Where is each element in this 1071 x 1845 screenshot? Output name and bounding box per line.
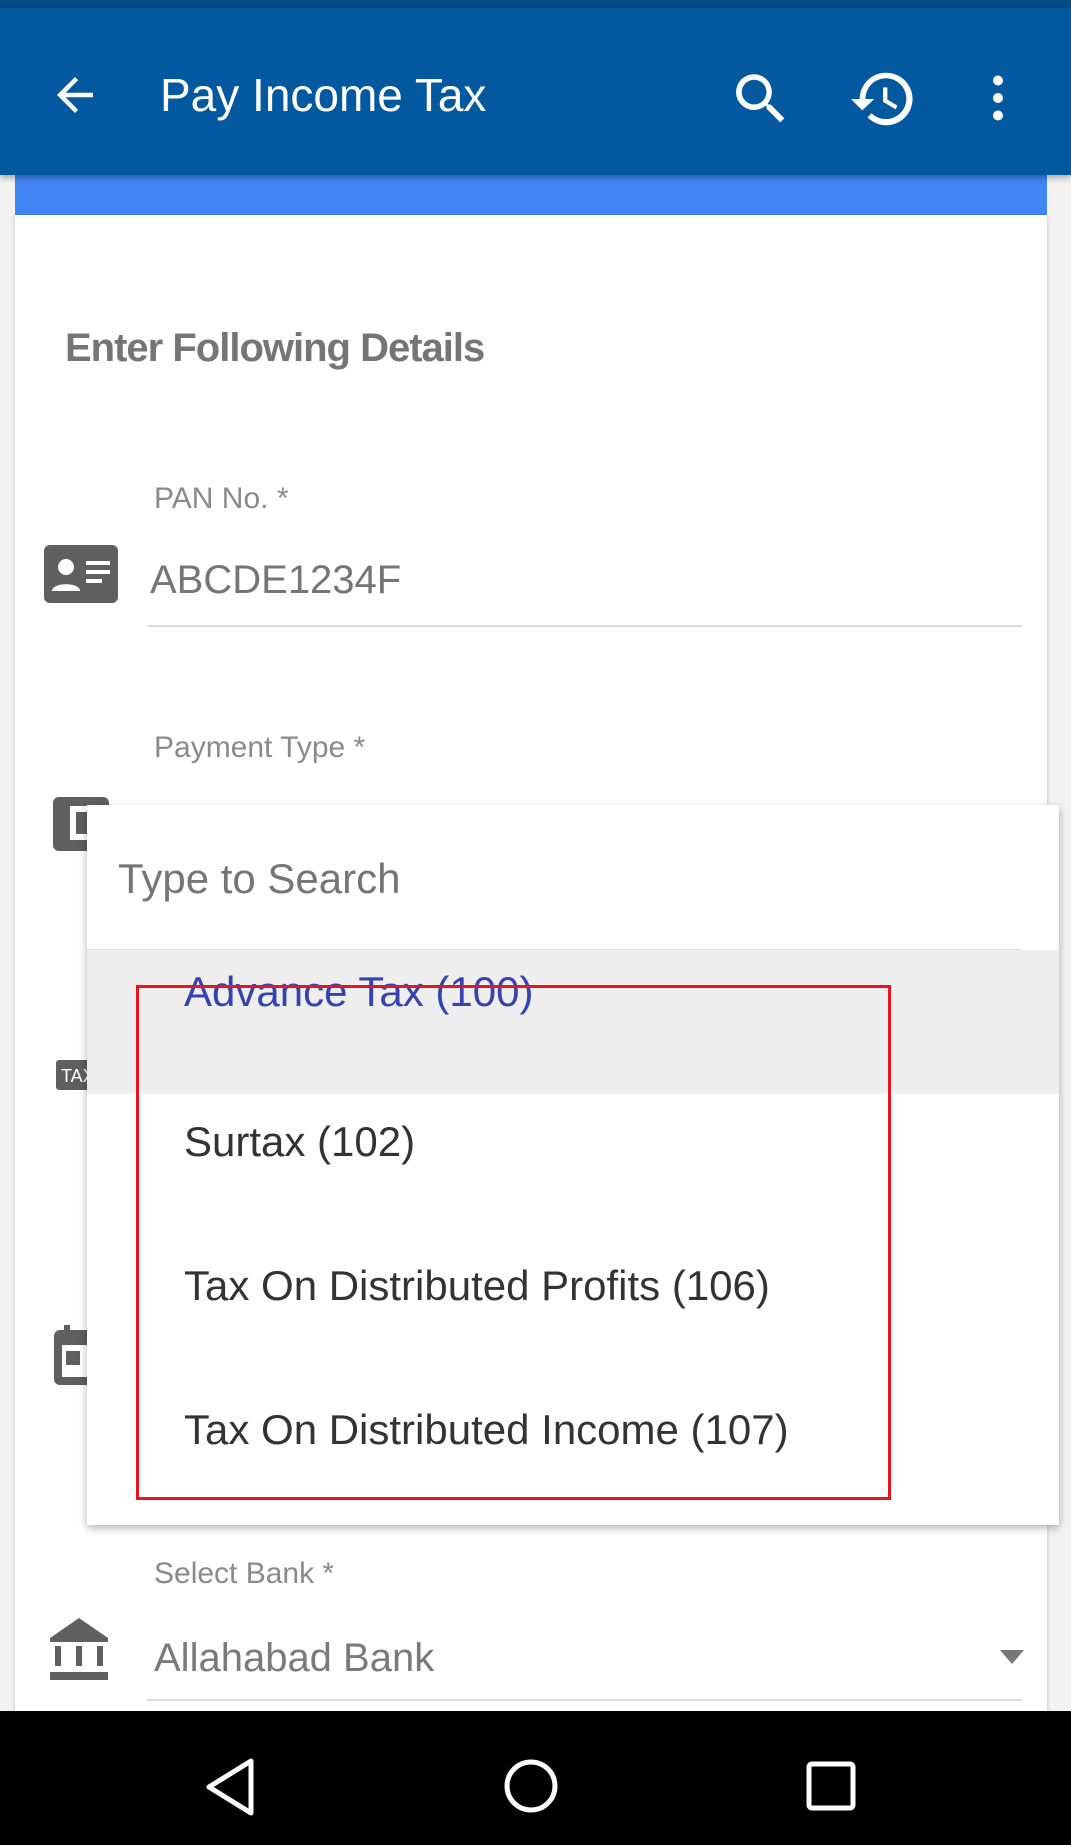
nav-recents-icon[interactable]	[806, 1761, 856, 1811]
bank-icon	[50, 1618, 108, 1680]
search-icon[interactable]	[728, 66, 794, 132]
form-heading: Enter Following Details	[65, 326, 485, 370]
nav-back-icon[interactable]	[205, 1758, 257, 1816]
pan-underline	[147, 625, 1022, 627]
payment-type-label: Payment Type *	[154, 731, 366, 764]
page-title: Pay Income Tax	[160, 69, 487, 121]
status-bar	[0, 0, 1071, 8]
option-tax-distributed-income[interactable]: Tax On Distributed Income (107)	[87, 1358, 1059, 1502]
bank-label: Select Bank *	[154, 1557, 335, 1590]
back-arrow-icon[interactable]	[48, 68, 102, 122]
more-vert-icon[interactable]	[968, 68, 1028, 128]
payment-type-dropdown: Advance Tax (100) Surtax (102) Tax On Di…	[87, 805, 1059, 1525]
pan-label: PAN No. *	[154, 482, 289, 515]
bank-underline	[147, 1699, 1022, 1701]
dropdown-search-input[interactable]	[118, 855, 918, 903]
accent-strip	[15, 175, 1047, 215]
bank-select[interactable]: Allahabad Bank	[154, 1636, 434, 1681]
id-card-icon	[44, 545, 118, 603]
option-surtax[interactable]: Surtax (102)	[87, 1070, 1059, 1214]
dropdown-arrow-icon[interactable]	[1000, 1650, 1024, 1666]
history-icon[interactable]	[848, 64, 918, 134]
nav-home-icon[interactable]	[503, 1758, 559, 1814]
option-tax-distributed-profits[interactable]: Tax On Distributed Profits (106)	[87, 1214, 1059, 1358]
system-nav-bar	[0, 1711, 1071, 1845]
pan-input[interactable]	[150, 558, 1010, 603]
app-bar: Pay Income Tax	[0, 8, 1071, 175]
